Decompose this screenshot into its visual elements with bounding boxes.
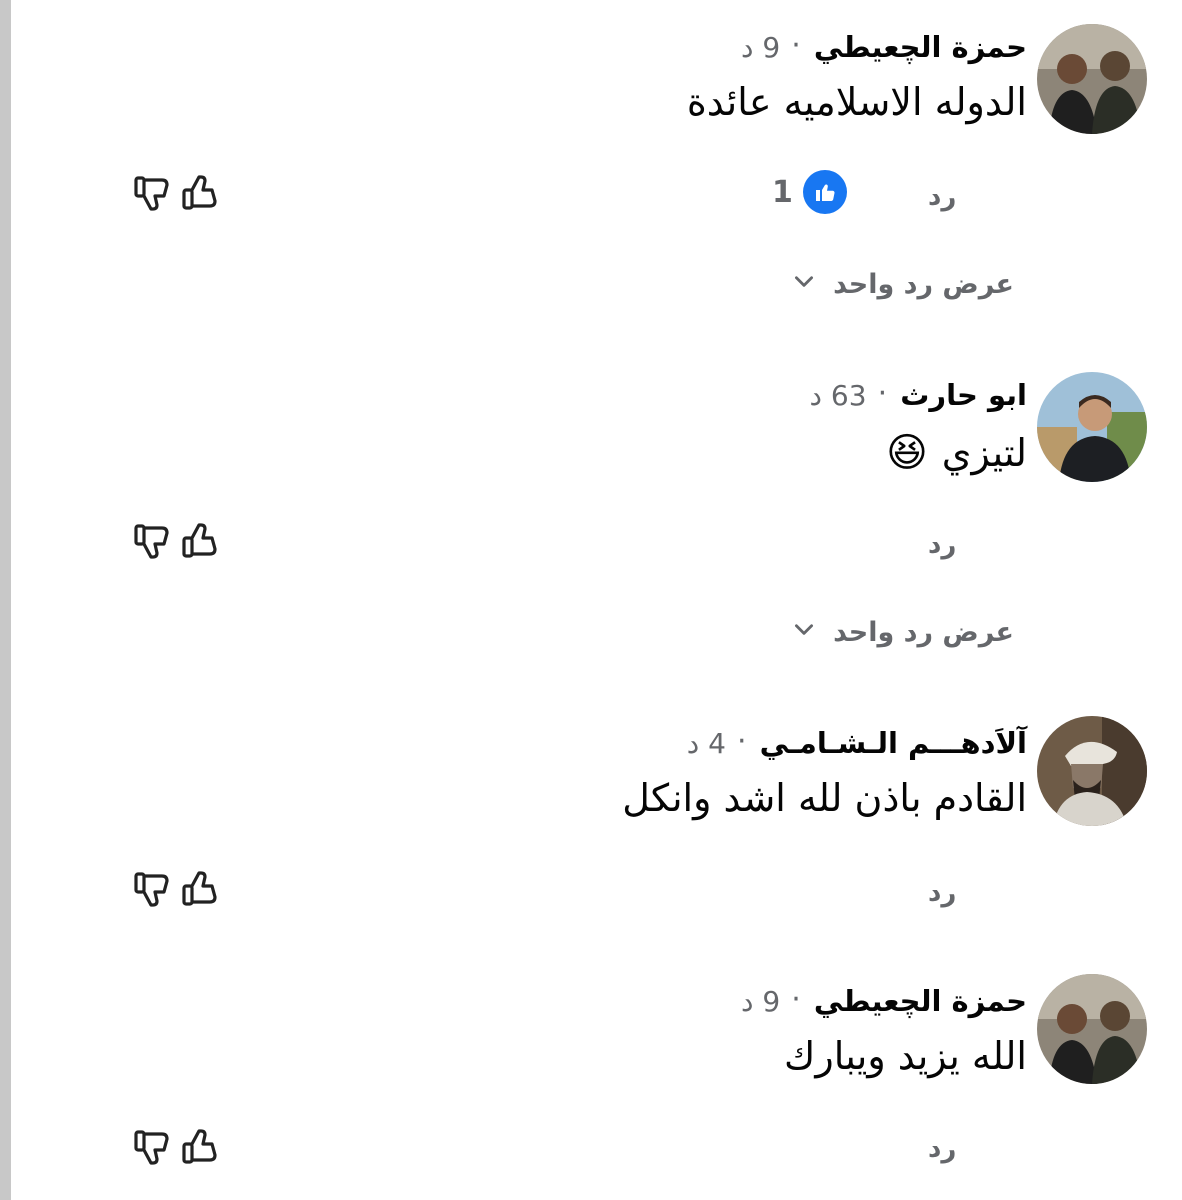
timestamp: 9 د xyxy=(740,985,781,1018)
separator-dot: · xyxy=(877,376,888,411)
reply-button[interactable]: رد xyxy=(928,182,956,212)
thumb-up-outline-icon[interactable] xyxy=(180,520,222,562)
thumb-up-outline-icon[interactable] xyxy=(180,1126,222,1168)
vote-controls xyxy=(132,868,222,910)
comment-meta: آلاَدهـــم الـشـامـي · 4 د xyxy=(687,724,1027,760)
comment-text: لتيزي 😆 xyxy=(886,430,1027,476)
thumb-down-outline-icon[interactable] xyxy=(132,172,174,214)
vote-controls xyxy=(132,172,222,214)
comment-meta: حمزة الچعيطي · 9 د xyxy=(741,28,1027,64)
avatar[interactable] xyxy=(1037,24,1147,134)
comment-text-content: لتيزي xyxy=(941,431,1027,475)
thumb-up-outline-icon[interactable] xyxy=(180,172,222,214)
view-replies-label: عرض رد واحد xyxy=(833,269,1014,300)
comment-text: الله يزيد ويبارك xyxy=(784,1034,1027,1078)
vote-controls xyxy=(132,520,222,562)
avatar[interactable] xyxy=(1037,974,1147,1084)
comment-meta: حمزة الچعيطي · 9 د xyxy=(741,982,1027,1018)
reply-button[interactable]: رد xyxy=(928,530,956,560)
view-replies-label: عرض رد واحد xyxy=(833,617,1014,648)
timestamp: 9 د xyxy=(740,31,781,64)
view-replies-link[interactable]: عرض رد واحد xyxy=(791,268,1014,301)
author-name[interactable]: حمزة الچعيطي xyxy=(814,984,1027,1018)
comment-meta: ابو حارث · 63 د xyxy=(810,376,1027,412)
thumb-up-outline-icon[interactable] xyxy=(180,868,222,910)
like-count-number: 1 xyxy=(772,174,793,210)
avatar[interactable] xyxy=(1037,372,1147,482)
chevron-down-icon xyxy=(791,616,817,649)
separator-dot: · xyxy=(791,982,801,1017)
vote-controls xyxy=(132,1126,222,1168)
avatar[interactable] xyxy=(1037,716,1147,826)
comment-text: الدوله الاسلاميه عائدة xyxy=(686,80,1027,124)
reply-button[interactable]: رد xyxy=(928,878,956,908)
chevron-down-icon xyxy=(791,268,817,301)
thumb-down-outline-icon[interactable] xyxy=(132,520,174,562)
thumb-down-outline-icon[interactable] xyxy=(132,1126,174,1168)
laughing-emoji-icon: 😆 xyxy=(886,430,928,476)
author-name[interactable]: ابو حارث xyxy=(900,378,1027,412)
separator-dot: · xyxy=(737,724,747,759)
thread-rail xyxy=(0,0,11,1200)
author-name[interactable]: حمزة الچعيطي xyxy=(814,30,1027,64)
thumbs-up-icon xyxy=(802,170,847,214)
reply-button[interactable]: رد xyxy=(928,1134,956,1164)
separator-dot: · xyxy=(791,28,801,63)
timestamp: 4 د xyxy=(686,727,726,760)
like-count[interactable]: 1 xyxy=(772,170,847,214)
comment-text: القادم باذن لله اشد وانكل xyxy=(622,776,1027,820)
view-replies-link[interactable]: عرض رد واحد xyxy=(791,616,1014,649)
timestamp: 63 د xyxy=(809,379,867,412)
author-name[interactable]: آلاَدهـــم الـشـامـي xyxy=(760,726,1027,760)
thumb-down-outline-icon[interactable] xyxy=(132,868,174,910)
